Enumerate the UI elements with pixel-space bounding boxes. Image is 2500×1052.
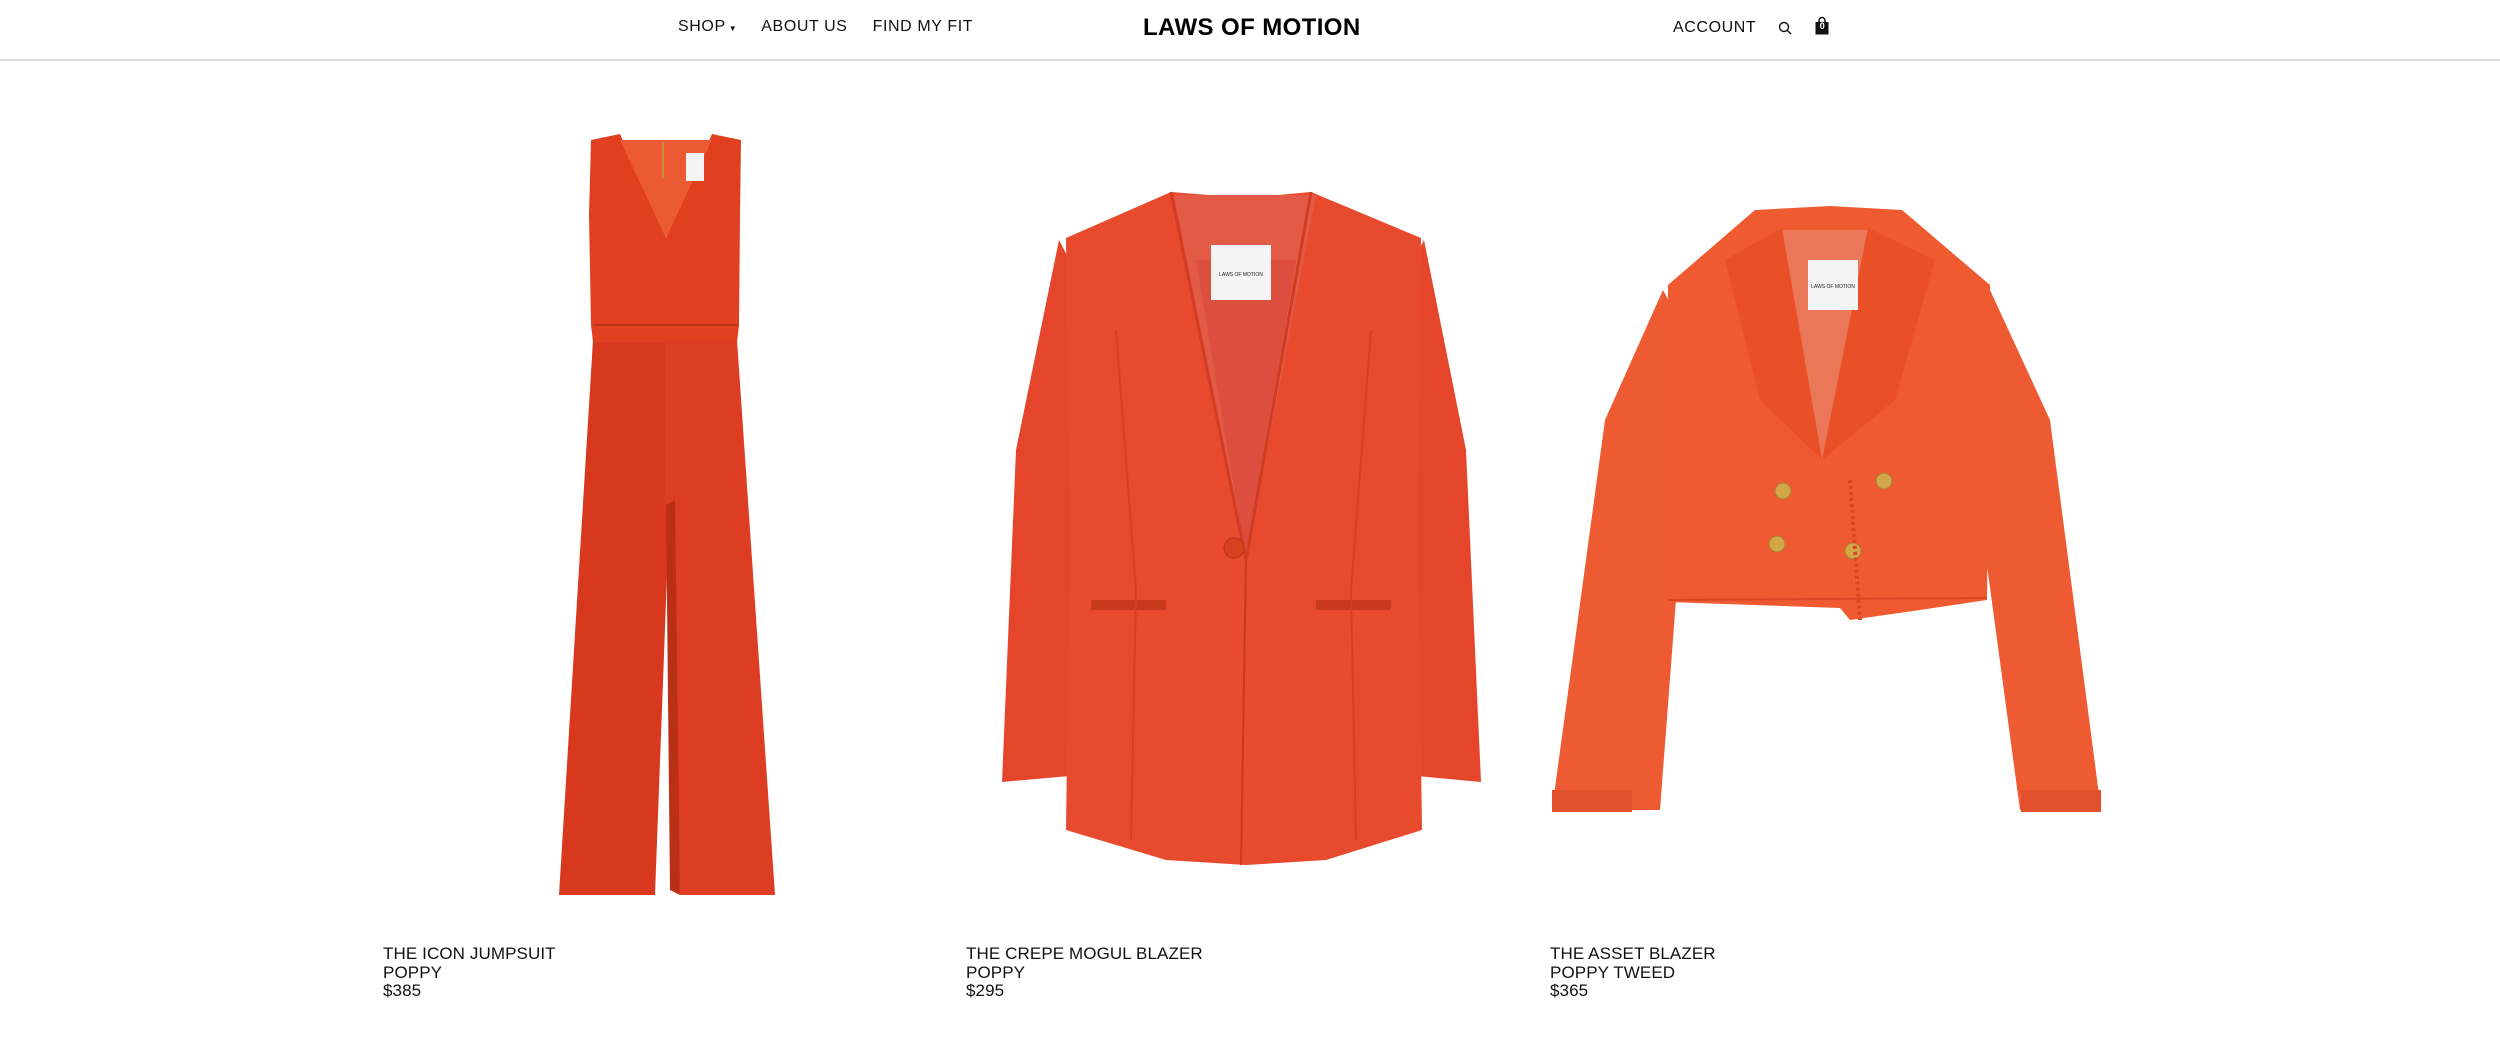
site-logo[interactable]: LAWS OF MOTION <box>1143 14 1361 42</box>
main-nav: SHOP ▼ ABOUT US FIND MY FIT <box>678 18 973 36</box>
nav-find-fit-link[interactable]: FIND MY FIT <box>873 18 974 36</box>
product-color: POPPY TWEED <box>1550 962 1676 982</box>
svg-text:LAWS OF MOTION: LAWS OF MOTION <box>1219 272 1263 278</box>
product-price: $365 <box>1550 981 1589 1000</box>
site-header: SHOP ▼ ABOUT US FIND MY FIT LAWS OF MOTI… <box>0 0 2500 61</box>
product-info: THE ICON JUMPSUIT POPPY $385 <box>383 944 556 1001</box>
product-price: $385 <box>383 981 422 1000</box>
cart-count-badge: 0 <box>1819 21 1825 31</box>
product-name[interactable]: THE ASSET BLAZER <box>1550 944 1716 964</box>
svg-text:LAWS OF MOTION: LAWS OF MOTION <box>1811 284 1855 290</box>
product-info: THE CREPE MOGUL BLAZER POPPY $295 <box>966 944 1203 1001</box>
product-image-jumpsuit[interactable] <box>383 120 943 920</box>
nav-shop-label: SHOP <box>678 18 726 35</box>
product-color: POPPY <box>383 962 443 982</box>
product-price: $295 <box>966 981 1005 1000</box>
chevron-down-icon: ▼ <box>728 23 738 33</box>
nav-about-link[interactable]: ABOUT US <box>761 18 847 36</box>
product-name[interactable]: THE ICON JUMPSUIT <box>383 944 556 964</box>
product-color: POPPY <box>966 962 1026 982</box>
header-utilities: ACCOUNT 0 <box>1673 16 1830 38</box>
search-icon[interactable] <box>1778 20 1792 36</box>
account-link[interactable]: ACCOUNT <box>1673 19 1756 37</box>
shopping-bag-icon[interactable]: 0 <box>1814 16 1830 36</box>
product-info: THE ASSET BLAZER POPPY TWEED $365 <box>1550 944 1716 1001</box>
nav-shop-link[interactable]: SHOP ▼ <box>678 18 737 36</box>
product-image-crepe-blazer[interactable]: LAWS OF MOTION <box>966 120 1526 920</box>
product-name[interactable]: THE CREPE MOGUL BLAZER <box>966 944 1203 964</box>
product-image-tweed-blazer[interactable]: LAWS OF MOTION <box>1550 120 2110 920</box>
